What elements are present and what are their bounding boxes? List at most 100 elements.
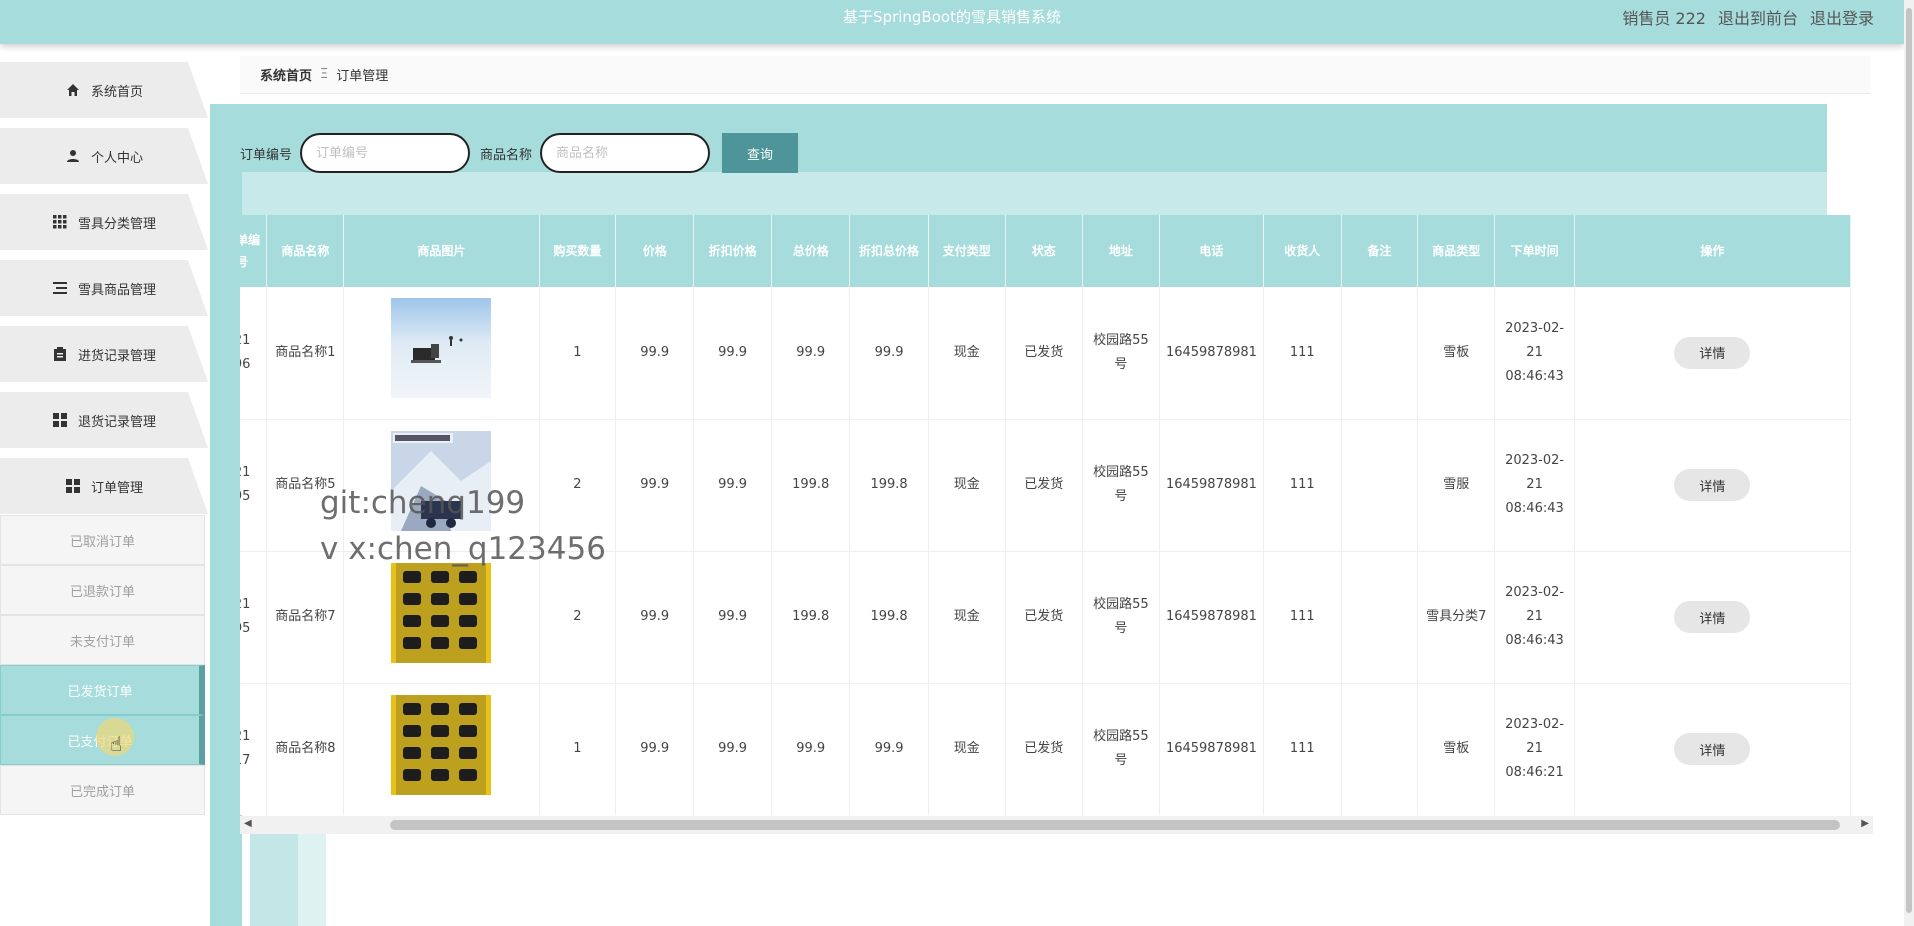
- scrollbar-thumb[interactable]: [390, 820, 1840, 830]
- cell-receiver: 111: [1263, 551, 1342, 684]
- col-header: 价格: [615, 215, 695, 287]
- cell-disc-price: 99.9: [693, 287, 773, 420]
- cell-pay: 现金: [928, 551, 1006, 684]
- table-row: 21 96商品名称1199.999.999.999.9现金已发货校园路55号16…: [240, 287, 1852, 420]
- cell-phone: 16459878981: [1159, 551, 1264, 684]
- col-header: 状态: [1005, 215, 1083, 287]
- top-bar: 基于SpringBoot的雪具销售系统 销售员 222 退出到前台 退出登录: [0, 0, 1904, 44]
- scroll-right-icon[interactable]: ▶: [1861, 818, 1869, 829]
- cell-disc-total: 99.9: [849, 683, 929, 815]
- order-no-input[interactable]: [300, 133, 471, 173]
- cell-addr: 校园路55号: [1082, 683, 1160, 815]
- detail-button[interactable]: 详情: [1674, 469, 1751, 501]
- cell-phone: 16459878981: [1159, 287, 1264, 420]
- cell-price: 99.9: [615, 551, 695, 684]
- breadcrumb-home[interactable]: 系统首页: [260, 65, 312, 84]
- vertical-scrollbar[interactable]: [1904, 0, 1914, 926]
- cell-type: 雪板: [1417, 287, 1496, 420]
- cell-status: 已发货: [1005, 419, 1083, 552]
- app-title: 基于SpringBoot的雪具销售系统: [843, 8, 1061, 26]
- cell-disc-total: 199.8: [849, 551, 929, 684]
- sidebar-item-home[interactable]: 系统首页: [0, 62, 208, 118]
- submenu-refunded-orders[interactable]: 已退款订单: [0, 565, 205, 615]
- product-image-cell: [343, 287, 540, 420]
- col-header: 支付类型: [928, 215, 1006, 287]
- cell-pay: 现金: [928, 419, 1006, 552]
- product-image: [350, 694, 532, 804]
- product-name-input[interactable]: [540, 133, 711, 173]
- sidebar-item-profile[interactable]: 个人中心: [0, 128, 208, 184]
- sidebar: 系统首页 个人中心 雪具分类管理 雪具商品管理 进货记录管理 退货记录管理 订单…: [0, 62, 210, 524]
- col-header: 购买数量: [539, 215, 617, 287]
- sidebar-item-orders[interactable]: 订单管理: [0, 458, 208, 514]
- action-cell: 详情: [1574, 287, 1852, 420]
- tiles-icon: [65, 479, 81, 493]
- cell-note: [1341, 683, 1419, 815]
- cell-total: 99.9: [771, 683, 851, 815]
- cell-receiver: 111: [1263, 419, 1342, 552]
- cell-name: 商品名称1: [266, 287, 345, 420]
- table-header-row: 订单编号 商品名称 商品图片 购买数量 价格 折扣价格 总价格 折扣总价格 支付…: [240, 215, 1852, 287]
- col-header: 电话: [1159, 215, 1264, 287]
- action-cell: 详情: [1574, 419, 1852, 552]
- cell-total: 99.9: [771, 287, 851, 420]
- cell-order-no: 21 95: [240, 419, 268, 552]
- submenu-unpaid-orders[interactable]: 未支付订单: [0, 615, 205, 665]
- sidebar-item-category[interactable]: 雪具分类管理: [0, 194, 208, 250]
- col-header: 收货人: [1263, 215, 1342, 287]
- cell-order-no: 21 17: [240, 683, 268, 815]
- cell-status: 已发货: [1005, 551, 1083, 684]
- breadcrumb-current: 订单管理: [336, 69, 389, 84]
- home-icon: [65, 83, 81, 97]
- detail-button[interactable]: 详情: [1674, 336, 1751, 369]
- cell-price: 99.9: [615, 287, 695, 420]
- detail-button[interactable]: 详情: [1674, 733, 1751, 765]
- cell-pay: 现金: [928, 287, 1006, 420]
- cell-type: 雪板: [1417, 683, 1496, 815]
- submenu-cancelled-orders[interactable]: 已取消订单: [0, 515, 205, 565]
- cell-addr: 校园路55号: [1082, 287, 1160, 420]
- cell-order-no: 21 96: [240, 287, 268, 420]
- search-bar: 订单编号 商品名称 查询: [240, 133, 799, 173]
- cell-addr: 校园路55号: [1082, 551, 1160, 684]
- col-header: 商品名称: [266, 215, 345, 287]
- cell-qty: 1: [539, 287, 617, 420]
- detail-button[interactable]: 详情: [1674, 601, 1751, 633]
- cell-type: 雪服: [1417, 419, 1496, 552]
- clipboard-icon: [52, 347, 68, 361]
- action-cell: 详情: [1574, 551, 1852, 684]
- cell-phone: 16459878981: [1159, 683, 1264, 815]
- cell-time: 2023-02-21 08:46:43: [1494, 551, 1575, 684]
- order-no-label: 订单编号: [240, 147, 293, 163]
- cell-price: 99.9: [615, 683, 695, 815]
- order-submenu: 已取消订单 已退款订单 未支付订单 已发货订单 已支付订单 已完成订单: [0, 515, 210, 815]
- grid-icon: [52, 215, 68, 229]
- cell-name: 商品名称8: [266, 683, 345, 815]
- cell-price: 99.9: [615, 419, 695, 552]
- cell-pay: 现金: [928, 683, 1006, 815]
- sidebar-item-purchase[interactable]: 进货记录管理: [0, 326, 208, 382]
- back-to-front-link[interactable]: 退出到前台: [1718, 5, 1798, 29]
- user-icon: [65, 149, 81, 163]
- list-icon: [52, 281, 68, 295]
- tiles-icon: [52, 413, 68, 427]
- submenu-completed-orders[interactable]: 已完成订单: [0, 765, 205, 815]
- table-row: 21 17商品名称8199.999.999.999.9现金已发货校园路55号16…: [240, 683, 1852, 815]
- scroll-left-icon[interactable]: ◀: [244, 818, 252, 829]
- breadcrumb-separator: Ξ: [320, 67, 329, 82]
- col-header: 操作: [1574, 215, 1852, 287]
- sidebar-item-returns[interactable]: 退货记录管理: [0, 392, 208, 448]
- cell-total: 199.8: [771, 419, 851, 552]
- cell-disc-price: 99.9: [693, 419, 773, 552]
- cell-order-no: 21 95: [240, 551, 268, 684]
- sidebar-item-products[interactable]: 雪具商品管理: [0, 260, 208, 316]
- col-header: 商品类型: [1417, 215, 1496, 287]
- logout-link[interactable]: 退出登录: [1810, 5, 1874, 29]
- col-header: 下单时间: [1494, 215, 1575, 287]
- cell-note: [1341, 551, 1419, 684]
- cell-time: 2023-02-21 08:46:43: [1494, 419, 1575, 552]
- query-button[interactable]: 查询: [722, 133, 799, 173]
- horizontal-scrollbar[interactable]: ◀ ▶: [240, 816, 1873, 834]
- submenu-shipped-orders[interactable]: 已发货订单: [0, 665, 205, 715]
- col-header: 折扣总价格: [849, 215, 929, 287]
